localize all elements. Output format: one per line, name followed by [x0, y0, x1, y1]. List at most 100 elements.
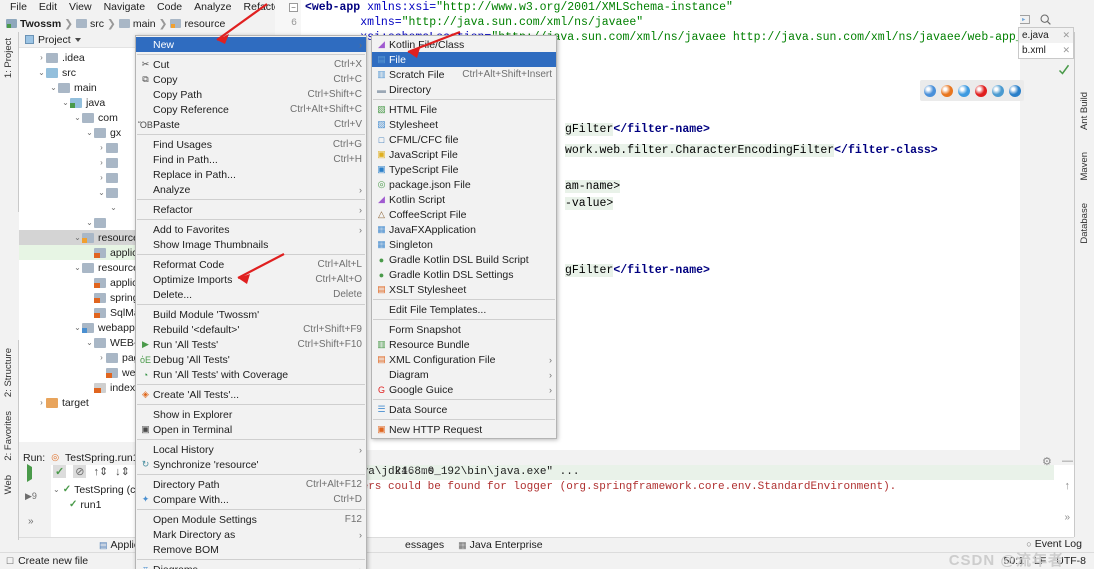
- show-ignored-icon[interactable]: ⊘: [73, 465, 87, 478]
- new-submenu-item-file[interactable]: ▤ File: [372, 52, 556, 67]
- chevron-down-icon[interactable]: ⌄: [73, 113, 82, 122]
- context-menu-item-add-to-favorites[interactable]: Add to Favorites ›: [136, 222, 366, 237]
- test-toolbar[interactable]: ✓ ⊘ ↑⇕ ↓⇕ ≡: [53, 465, 143, 478]
- breadcrumb-resource[interactable]: resource: [184, 18, 225, 30]
- chevron-down-icon[interactable]: ⌄: [61, 98, 70, 107]
- open-in-browser-popup[interactable]: [920, 80, 1024, 101]
- context-menu-item-show-in-explorer[interactable]: Show in Explorer: [136, 407, 366, 422]
- bottom-item-messages[interactable]: essages: [405, 539, 444, 551]
- new-submenu-item-coffeescript-file[interactable]: △ CoffeeScript File: [372, 207, 556, 222]
- context-menu-item-delete[interactable]: Delete... Delete: [136, 287, 366, 302]
- left-tool-strip-top[interactable]: 1: Project: [0, 32, 19, 212]
- chevron-right-icon[interactable]: ›: [97, 173, 106, 182]
- context-menu-item-compare-with[interactable]: ✦ Compare With... Ctrl+D: [136, 492, 366, 507]
- breadcrumb-src[interactable]: src: [90, 18, 104, 30]
- chevron-down-icon[interactable]: ⌄: [85, 128, 94, 137]
- new-submenu-item-javafxapplication[interactable]: ▦ JavaFXApplication: [372, 222, 556, 237]
- context-menu-item-synchronize-resource[interactable]: ↻ Synchronize 'resource': [136, 457, 366, 472]
- context-menu-item-directory-path[interactable]: Directory Path Ctrl+Alt+F12: [136, 477, 366, 492]
- close-icon[interactable]: ✕: [1062, 45, 1070, 56]
- new-submenu-item-html-file[interactable]: ▧ HTML File: [372, 102, 556, 117]
- context-menu-item-run-all-tests[interactable]: ▶ Run 'All Tests' Ctrl+Shift+F10: [136, 337, 366, 352]
- editor-tabs[interactable]: e.java ✕ b.xml ✕: [1018, 27, 1074, 59]
- menu-view[interactable]: View: [63, 0, 98, 15]
- chevron-right-icon[interactable]: ›: [97, 353, 106, 362]
- chevron-down-icon[interactable]: [74, 37, 81, 42]
- tab-java-file[interactable]: e.java ✕: [1019, 28, 1073, 43]
- settings-gear-icon[interactable]: ⚙: [1042, 455, 1052, 468]
- rerun-icon[interactable]: [27, 464, 32, 482]
- firefox-icon[interactable]: [940, 84, 953, 97]
- sidebar-item-web[interactable]: Web: [3, 475, 14, 494]
- new-submenu-item-stylesheet[interactable]: ▨ Stylesheet: [372, 117, 556, 132]
- internet-explorer-icon[interactable]: [991, 84, 1004, 97]
- search-icon[interactable]: [1039, 13, 1052, 26]
- scroll-up-icon[interactable]: ↑: [1065, 480, 1071, 492]
- context-menu-item-copy[interactable]: ⧉ Copy Ctrl+C: [136, 72, 366, 87]
- breadcrumb-main[interactable]: main: [133, 18, 156, 30]
- chevron-down-icon[interactable]: ⌄: [85, 218, 94, 227]
- new-submenu-item-directory[interactable]: ▬ Directory: [372, 82, 556, 97]
- menu-analyze[interactable]: Analyze: [188, 0, 237, 15]
- safari-icon[interactable]: [957, 84, 970, 97]
- chevron-right-icon[interactable]: ›: [37, 398, 46, 407]
- new-submenu[interactable]: ◢ Kotlin File/Class ▤ File ▥ Scratch File Ctrl…: [371, 35, 557, 439]
- expand-more-icon[interactable]: »: [19, 502, 51, 527]
- context-menu[interactable]: New › ✂ Cut Ctrl+X ⧉ Copy Ctrl+C Copy Path Ctrl+S…: [135, 35, 367, 569]
- right-tool-strip[interactable]: Ant Build Maven Database: [1074, 32, 1094, 537]
- chrome-icon[interactable]: [923, 84, 936, 97]
- left-tool-strip-bottom[interactable]: 2: Structure 2: Favorites Web: [0, 340, 19, 540]
- context-menu-item-cut[interactable]: ✂ Cut Ctrl+X: [136, 57, 366, 72]
- context-menu-item-build-module-twossm[interactable]: Build Module 'Twossm': [136, 307, 366, 322]
- context-menu-item-replace-in-path[interactable]: Replace in Path...: [136, 167, 366, 182]
- context-menu-item-mark-directory-as[interactable]: Mark Directory as ›: [136, 527, 366, 542]
- new-submenu-item-data-source[interactable]: ☰ Data Source: [372, 402, 556, 417]
- new-submenu-item-edit-file-templates[interactable]: Edit File Templates...: [372, 302, 556, 317]
- menu-edit[interactable]: Edit: [33, 0, 63, 15]
- sidebar-item-maven[interactable]: Maven: [1079, 152, 1090, 181]
- context-menu-item-optimize-imports[interactable]: Optimize Imports Ctrl+Alt+O: [136, 272, 366, 287]
- new-submenu-item-kotlin-script[interactable]: ◢ Kotlin Script: [372, 192, 556, 207]
- new-submenu-item-package-json-file[interactable]: ◎ package.json File: [372, 177, 556, 192]
- context-menu-item-copy-reference[interactable]: Copy Reference Ctrl+Alt+Shift+C: [136, 102, 366, 117]
- sidebar-item-project[interactable]: 1: Project: [3, 38, 14, 78]
- console-output[interactable]: 246 ms ava\jdk1.8.0_192\bin\java.exe" ..…: [355, 450, 1054, 528]
- context-menu-item-copy-path[interactable]: Copy Path Ctrl+Shift+C: [136, 87, 366, 102]
- close-icon[interactable]: ✕: [1062, 30, 1070, 41]
- new-submenu-item-new-http-request[interactable]: ▣ New HTTP Request: [372, 422, 556, 437]
- chevron-down-icon[interactable]: ⌄: [73, 233, 82, 242]
- menu-code[interactable]: Code: [151, 0, 188, 15]
- context-menu-item-paste[interactable]: ὌB Paste Ctrl+V: [136, 117, 366, 132]
- new-submenu-item-resource-bundle[interactable]: ▥ Resource Bundle: [372, 337, 556, 352]
- new-submenu-item-singleton[interactable]: ▦ Singleton: [372, 237, 556, 252]
- new-submenu-item-cfml-cfc-file[interactable]: □ CFML/CFC file: [372, 132, 556, 147]
- sort-duration-icon[interactable]: ↓⇕: [115, 465, 130, 478]
- context-menu-item-local-history[interactable]: Local History ›: [136, 442, 366, 457]
- context-menu-item-new[interactable]: New ›: [136, 37, 366, 52]
- new-submenu-item-diagram[interactable]: Diagram ›: [372, 367, 556, 382]
- chevron-down-icon[interactable]: ⌄: [109, 203, 118, 212]
- new-submenu-item-kotlin-file-class[interactable]: ◢ Kotlin File/Class: [372, 37, 556, 52]
- menu-file[interactable]: File: [4, 0, 33, 15]
- chevron-down-icon[interactable]: ⌄: [73, 323, 82, 332]
- sidebar-item-favorites[interactable]: 2: Favorites: [3, 411, 14, 461]
- chevron-down-icon[interactable]: ⌄: [49, 83, 58, 92]
- new-submenu-item-scratch-file[interactable]: ▥ Scratch File Ctrl+Alt+Shift+Insert: [372, 67, 556, 82]
- chevron-down-icon[interactable]: ⌄: [97, 188, 106, 197]
- run-toolbar[interactable]: ▶9 »: [19, 464, 51, 540]
- breadcrumb[interactable]: Twossm ❯ src ❯ main ❯ resource: [6, 18, 225, 30]
- context-menu-item-create-all-tests[interactable]: ◈ Create 'All Tests'...: [136, 387, 366, 402]
- debug-resume-icon[interactable]: ▶9: [19, 479, 51, 502]
- context-menu-item-run-all-tests-with-coverage[interactable]: ◔ Run 'All Tests' with Coverage: [136, 367, 366, 382]
- chevron-down-icon[interactable]: ⌄: [85, 338, 94, 347]
- context-menu-item-analyze[interactable]: Analyze ›: [136, 182, 366, 197]
- chevron-right-icon[interactable]: ›: [97, 143, 106, 152]
- new-submenu-item-xml-configuration-file[interactable]: ▤ XML Configuration File ›: [372, 352, 556, 367]
- context-menu-item-refactor[interactable]: Refactor ›: [136, 202, 366, 217]
- new-submenu-item-google-guice[interactable]: G Google Guice ›: [372, 382, 556, 397]
- new-submenu-item-javascript-file[interactable]: ▣ JavaScript File: [372, 147, 556, 162]
- context-menu-item-diagrams[interactable]: ⌗ Diagrams›: [136, 562, 366, 569]
- run-config-name[interactable]: TestSpring.run1: [65, 452, 139, 464]
- chevron-right-icon[interactable]: ›: [97, 158, 106, 167]
- code-fold-icon[interactable]: −: [289, 3, 298, 12]
